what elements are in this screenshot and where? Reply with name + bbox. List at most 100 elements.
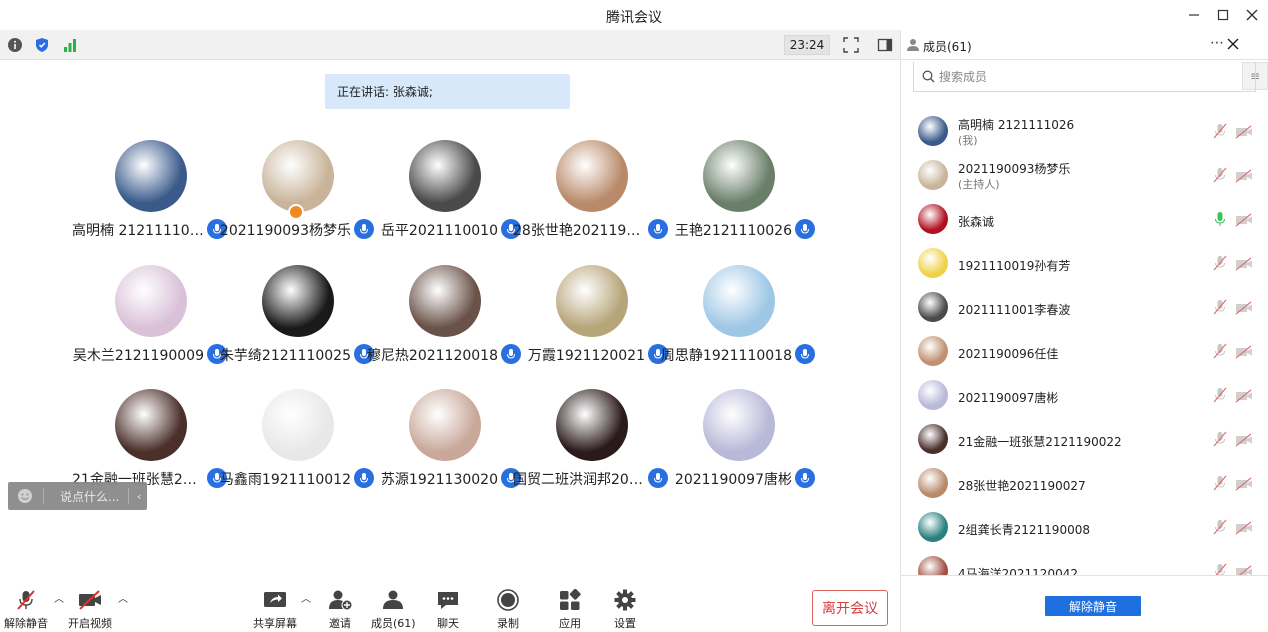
meeting-window: 腾讯会议 23:24 正在讲话: 张森诚; 高明楠 2121111026 202… <box>0 0 1268 632</box>
participant-tile[interactable]: 28张世艳2021190027 <box>513 140 668 250</box>
member-name: 2组龚长青2121190008 <box>958 523 1090 537</box>
participant-tile[interactable]: 高明楠 2121111026 <box>72 140 227 250</box>
participant-name: 岳平2021110010 <box>380 223 498 239</box>
participant-name: 周思静1921110018 <box>660 348 792 364</box>
member-row[interactable]: 21金融一班张慧2121190022 <box>901 418 1268 462</box>
chat-quick-input[interactable]: 说点什么... ‹ <box>8 482 147 510</box>
member-row[interactable]: 2021190093杨梦乐 (主持人) <box>901 154 1268 198</box>
chat-label: 聊天 <box>437 617 459 630</box>
start-video-button[interactable]: 开启视频 <box>68 588 112 631</box>
toggle-sidebar-icon[interactable] <box>876 36 894 54</box>
avatar <box>918 468 948 498</box>
mic-muted-icon[interactable] <box>1212 387 1228 407</box>
mic-muted-icon[interactable] <box>1212 123 1228 143</box>
unmute-button[interactable]: 解除静音 <box>4 588 48 631</box>
chat-button[interactable]: 聊天 <box>434 588 462 631</box>
participant-tile[interactable]: 2021190097唐彬 <box>668 389 815 499</box>
avatar <box>409 140 481 212</box>
avatar <box>918 160 948 190</box>
participant-tile[interactable]: 岳平2021110010 <box>374 140 521 250</box>
member-row[interactable]: 张森诚 <box>901 198 1268 242</box>
invite-button[interactable]: 邀请 <box>326 588 354 631</box>
audio-options-chevron-icon[interactable]: ︿ <box>54 590 64 605</box>
camera-off-icon[interactable] <box>1235 476 1253 495</box>
participant-tile[interactable]: 朱芋绮2121110025 <box>220 265 374 375</box>
fullscreen-icon[interactable] <box>842 36 860 54</box>
participant-tile[interactable]: 国贸二班洪润邦2021110030 <box>513 389 668 499</box>
mic-active-icon <box>795 344 815 364</box>
member-row[interactable]: 1921110019孙有芳 <box>901 242 1268 286</box>
mic-muted-icon[interactable] <box>1212 563 1228 575</box>
camera-off-icon[interactable] <box>1235 300 1253 319</box>
camera-off-icon[interactable] <box>1235 564 1253 575</box>
participant-tile[interactable]: 苏源1921130020 <box>374 389 521 499</box>
info-icon[interactable] <box>6 36 24 54</box>
record-button[interactable]: 录制 <box>494 588 522 631</box>
camera-off-icon[interactable] <box>1235 520 1253 539</box>
participant-name: 高明楠 2121111026 <box>72 223 204 239</box>
video-options-chevron-icon[interactable]: ︿ <box>118 590 128 605</box>
participant-tile[interactable]: 吴木兰2121190009 <box>73 265 227 375</box>
minimize-icon[interactable] <box>1183 4 1205 26</box>
member-row[interactable]: 2组龚长青2121190008 <box>901 506 1268 550</box>
mic-muted-icon[interactable] <box>1212 475 1228 495</box>
avatar <box>918 512 948 542</box>
share-options-chevron-icon[interactable]: ︿ <box>301 590 311 605</box>
member-search-input[interactable]: 搜索成员 <box>913 62 1256 92</box>
mic-muted-icon[interactable] <box>1212 519 1228 539</box>
meeting-top-strip: 23:24 <box>0 30 900 60</box>
camera-off-icon[interactable] <box>1235 388 1253 407</box>
mic-muted-icon[interactable] <box>1212 431 1228 451</box>
member-row[interactable]: 4马海洋2021120042 <box>901 550 1268 575</box>
search-placeholder: 搜索成员 <box>939 70 988 84</box>
member-row[interactable]: 28张世艳2021190027 <box>901 462 1268 506</box>
close-icon[interactable] <box>1241 4 1263 26</box>
leave-meeting-button[interactable]: 离开会议 <box>812 590 888 626</box>
settings-button[interactable]: 设置 <box>611 588 639 631</box>
participant-name: 穆尼热2021120018 <box>366 348 498 364</box>
participant-tile[interactable]: 万霞1921120021 <box>521 265 668 375</box>
apps-button[interactable]: 应用 <box>556 588 584 631</box>
muted-mic-icon <box>12 588 40 612</box>
participant-tile[interactable]: 王艳2121110026 <box>668 140 815 250</box>
participant-tile[interactable]: 马鑫雨1921110012 <box>220 389 374 499</box>
member-name: 21金融一班张慧2121190022 <box>958 435 1122 449</box>
members-icon <box>379 588 407 612</box>
participant-tile[interactable]: 穆尼热2021120018 <box>367 265 521 375</box>
security-shield-icon[interactable] <box>33 36 51 54</box>
avatar <box>703 140 775 212</box>
maximize-icon[interactable] <box>1212 4 1234 26</box>
member-row[interactable]: 2021190097唐彬 <box>901 374 1268 418</box>
mic-muted-icon[interactable] <box>1212 299 1228 319</box>
mic-muted-icon[interactable] <box>1212 343 1228 363</box>
member-row[interactable]: 2021111001李春波 <box>901 286 1268 330</box>
close-panel-icon[interactable] <box>1227 35 1239 54</box>
participant-tile[interactable]: 周思静1921110018 <box>661 265 815 375</box>
signal-strength-icon[interactable] <box>61 36 79 54</box>
collapse-chat-icon[interactable]: ‹ <box>137 490 141 503</box>
mic-muted-icon[interactable] <box>1212 255 1228 275</box>
video-off-icon <box>76 588 104 612</box>
member-row[interactable]: 高明楠 2121111026 (我) <box>901 110 1268 154</box>
camera-off-icon[interactable] <box>1235 212 1253 231</box>
participant-tile[interactable]: 2021190093杨梦乐 <box>220 140 374 250</box>
camera-off-icon[interactable] <box>1235 124 1253 143</box>
avatar <box>918 424 948 454</box>
share-screen-button[interactable]: 共享屏幕 <box>253 588 297 631</box>
camera-off-icon[interactable] <box>1235 432 1253 451</box>
share-screen-label: 共享屏幕 <box>253 617 297 630</box>
camera-off-icon[interactable] <box>1235 256 1253 275</box>
camera-off-icon[interactable] <box>1235 344 1253 363</box>
participant-name: 国贸二班洪润邦2021110030 <box>513 472 645 488</box>
members-button[interactable]: 成员(61) <box>371 588 416 631</box>
camera-off-icon[interactable] <box>1235 168 1253 187</box>
emoji-icon[interactable] <box>17 488 33 504</box>
mic-muted-icon[interactable] <box>1212 167 1228 187</box>
mic-speaking-icon[interactable] <box>1212 211 1228 231</box>
avatar <box>115 265 187 337</box>
more-options-icon[interactable]: ⋯ <box>1210 35 1224 51</box>
member-row[interactable]: 2021190096任佳 <box>901 330 1268 374</box>
gear-icon <box>611 588 639 612</box>
unmute-all-button[interactable]: 解除静音 <box>1045 596 1141 616</box>
add-person-icon <box>326 588 354 612</box>
